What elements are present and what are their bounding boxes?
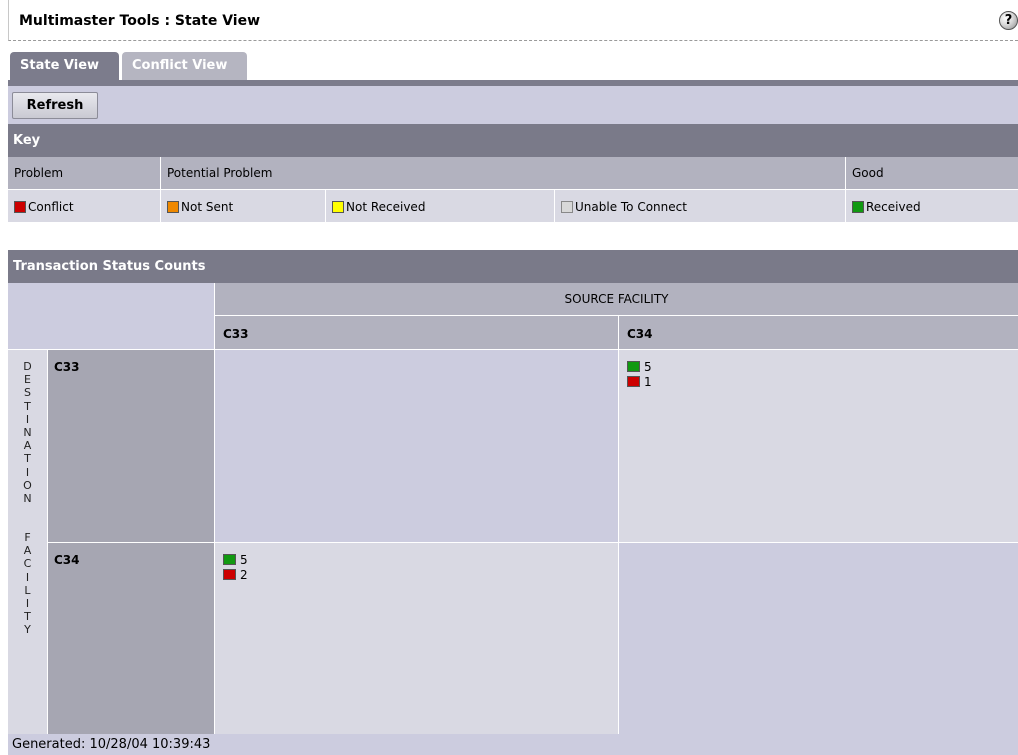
title-bar: Multimaster Tools : State View ? [8,0,1018,41]
received-swatch-icon [223,554,236,565]
vertical-letter: Y [24,623,31,637]
tab-conflict-view[interactable]: Conflict View [122,52,247,80]
vertical-letter [8,505,47,531]
received-swatch-icon [627,361,640,372]
vertical-letter: S [24,386,31,400]
help-icon[interactable]: ? [999,11,1018,30]
vertical-letter: I [25,412,30,426]
toolbar: Refresh [8,86,1018,124]
vertical-letter: I [25,465,30,479]
conflict-swatch-icon [223,569,236,580]
vertical-letter: F [24,531,31,545]
key-item-not-received: Not Received [326,190,554,222]
unable-to-connect-swatch-icon [561,201,573,213]
key-item-unable-to-connect: Unable To Connect [555,190,845,222]
destination-facility-text: DESTINATION FACILITY [8,360,47,637]
key-group-good: Good [846,157,1018,189]
matrix-cell-c33-c33 [215,350,618,542]
vertical-letter: A [23,439,32,453]
vertical-letter: I [25,597,30,610]
page-title: Multimaster Tools : State View [19,13,261,29]
key-item-label: Received [866,200,921,214]
key-group-problem: Problem [8,157,160,189]
column-header-c34: C34 [619,316,1018,349]
key-item-label: Conflict [28,200,74,214]
key-item-label: Unable To Connect [575,200,687,214]
received-count: 5 [627,360,1018,375]
conflict-count-value: 1 [644,375,652,389]
key-header: Key [8,124,1018,157]
vertical-letter: T [24,452,31,466]
key-item-not-sent: Not Sent [161,190,325,222]
key-item-label: Not Sent [181,200,234,214]
vertical-letter: C [23,557,32,571]
matrix-cell-c33-c34: 5 1 [619,350,1018,542]
row-header-c34: C34 [48,543,214,734]
received-swatch-icon [852,201,864,213]
conflict-count-value: 2 [240,568,248,582]
vertical-letter: T [24,610,31,624]
received-count-value: 5 [240,553,248,567]
vertical-letter: E [24,373,31,387]
vertical-letter: N [23,491,32,505]
matrix-cell-c34-c34 [619,543,1018,734]
vertical-letter: I [25,570,30,584]
key-item-received: Received [846,190,1018,222]
tab-state-view[interactable]: State View [10,52,119,80]
counts-header: Transaction Status Counts [8,250,1018,283]
source-facility-header: SOURCE FACILITY [215,283,1018,315]
vertical-letter: L [24,583,31,597]
vertical-letter: T [24,399,31,413]
vertical-letter: N [23,425,32,439]
row-header-c33: C33 [48,350,214,542]
not-received-swatch-icon [332,201,344,213]
conflict-swatch-icon [627,376,640,387]
matrix-cell-c34-c33: 5 2 [215,543,618,734]
destination-facility-label: DESTINATION FACILITY [8,350,47,734]
not-sent-swatch-icon [167,201,179,213]
vertical-letter: D [23,360,32,373]
received-count-value: 5 [644,360,652,374]
matrix-corner [8,283,214,349]
conflict-count: 1 [627,375,1018,390]
generated-timestamp: Generated: 10/28/04 10:39:43 [8,734,1018,755]
key-item-label: Not Received [346,200,426,214]
column-header-c33: C33 [215,316,618,349]
conflict-count: 2 [223,568,618,583]
key-group-potential-problem: Potential Problem [161,157,845,189]
vertical-letter: O [23,478,32,492]
tab-bar: State View Conflict View [8,52,1018,80]
vertical-letter: A [23,544,32,558]
conflict-swatch-icon [14,201,26,213]
refresh-button[interactable]: Refresh [12,92,98,119]
key-item-conflict: Conflict [8,190,160,222]
received-count: 5 [223,553,618,568]
